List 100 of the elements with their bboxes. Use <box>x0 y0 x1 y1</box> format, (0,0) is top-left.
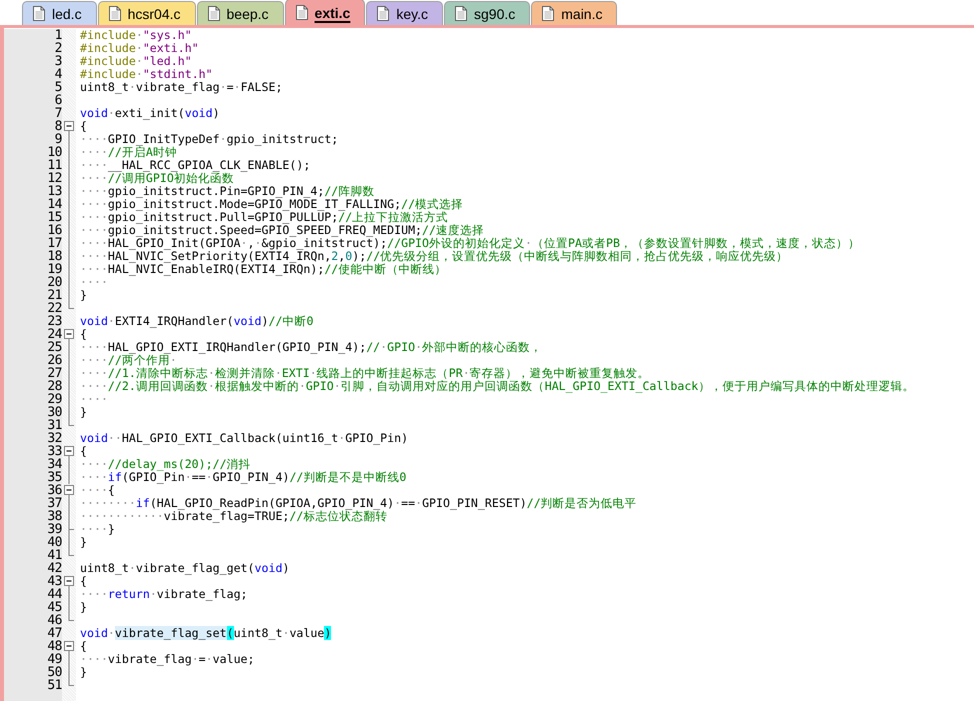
line-number: 9 <box>54 133 62 146</box>
line-number: 41 <box>47 549 62 562</box>
file-tab[interactable]: beep.c <box>196 1 284 25</box>
collapse-icon[interactable] <box>64 575 74 588</box>
code-line: ····//开启A时钟 <box>80 146 177 159</box>
collapse-icon[interactable] <box>64 640 74 653</box>
code-line: uint8_t·vibrate_flag_get(void) <box>80 562 290 575</box>
file-icon <box>296 5 308 20</box>
line-number: 5 <box>54 81 62 94</box>
collapse-icon[interactable] <box>64 445 74 458</box>
code-line: } <box>80 666 88 679</box>
line-number: 45 <box>47 601 62 614</box>
code-line: ···· <box>80 276 108 289</box>
line-number: 43 <box>47 575 62 588</box>
line-number: 30 <box>47 406 62 419</box>
code-line: ····{ <box>80 484 116 497</box>
line-number: 39 <box>47 523 62 536</box>
line-number: 46 <box>47 614 62 627</box>
code-line: #include·"stdint.h" <box>80 68 214 81</box>
code-line: ····} <box>80 523 116 536</box>
line-number: 49 <box>47 653 62 666</box>
code-line: #include·"led.h" <box>80 55 193 68</box>
line-number: 50 <box>47 666 62 679</box>
code-line: ····vibrate_flag·=·value; <box>80 653 256 666</box>
file-tab[interactable]: main.c <box>531 1 618 25</box>
code-line: { <box>80 445 88 458</box>
code-line: ····//调用GPIO初始化函数 <box>80 172 234 185</box>
line-number: 17 <box>47 237 62 250</box>
line-number: 21 <box>47 289 62 302</box>
line-number: 8 <box>54 120 62 133</box>
code-line: ····//1.清除中断标志·检测并清除·EXTI·线路上的中断挂起标志（PR·寄存器），避免中断被重复触发。 <box>80 367 651 380</box>
file-tab[interactable]: hcsr04.c <box>98 1 196 25</box>
line-number: 19 <box>47 263 62 276</box>
line-number: 42 <box>47 562 62 575</box>
line-number: 27 <box>47 367 62 380</box>
code-line: ····return·vibrate_flag; <box>80 588 249 601</box>
code-line: } <box>80 536 88 549</box>
line-number: 12 <box>47 172 62 185</box>
code-line: ···· <box>80 393 109 406</box>
line-number: 14 <box>47 198 62 211</box>
line-number: 15 <box>47 211 62 224</box>
line-number: 24 <box>47 328 62 341</box>
line-number: 44 <box>47 588 62 601</box>
line-number: 20 <box>47 276 62 289</box>
file-tab[interactable]: exti.c <box>284 0 366 25</box>
code-line: ····HAL_NVIC_SetPriority(EXTI4_IRQn,2,0);//优先级分组，设置优先级（中断线与阵脚数相同，抢占优先级，响应优先级） <box>80 250 790 263</box>
line-number: 10 <box>47 146 62 159</box>
line-number: 26 <box>47 354 62 367</box>
line-number: 2 <box>54 42 62 55</box>
code-line: ····//2.调用回调函数·根据触发中断的·GPIO·引脚，自动调用对应的用户回调函数（HAL_GPIO_EXTI_Callback），便于用户编写具体的中断处理逻辑。 <box>80 380 916 393</box>
line-number: 40 <box>47 536 62 549</box>
collapse-icon[interactable] <box>64 328 74 341</box>
code-line: uint8_t·vibrate_flag·=·FALSE; <box>80 81 284 94</box>
code-line: } <box>80 601 88 614</box>
line-number: 38 <box>47 510 62 523</box>
line-number: 31 <box>47 419 62 432</box>
code-line: ····HAL_GPIO_Init(GPIOA·,·&gpio_initstruct);//GPIO外设的初始化定义·（位置PA或者PB，（参数设置针脚数，模式，速度，状态）） <box>80 237 861 250</box>
line-number: 22 <box>47 302 62 315</box>
code-line: ····gpio_initstruct.Pin=GPIO_PIN_4;//阵脚数 <box>80 185 376 198</box>
file-icon <box>33 6 45 21</box>
line-number: 23 <box>47 315 62 328</box>
code-line: void··HAL_GPIO_EXTI_Callback(uint16_t·GPIO_Pin) <box>80 432 410 445</box>
line-number: 35 <box>47 471 62 484</box>
code-line: } <box>80 406 88 419</box>
code-line: { <box>80 120 88 133</box>
code-line: ····gpio_initstruct.Mode=GPIO_MODE_IT_FALLING;//模式选择 <box>80 198 464 211</box>
line-number: 7 <box>54 107 62 120</box>
line-number: 51 <box>47 679 62 692</box>
collapse-icon[interactable] <box>64 120 74 133</box>
line-number: 13 <box>47 185 62 198</box>
file-icon <box>208 6 220 21</box>
file-tab[interactable]: led.c <box>22 1 97 25</box>
code-line: ····gpio_initstruct.Pull=GPIO_PULLUP;//上拉下拉激活方式 <box>80 211 450 224</box>
code-line: ············vibrate_flag=TRUE;//标志位状态翻转 <box>80 510 388 523</box>
line-number: 28 <box>47 380 62 393</box>
file-icon <box>542 6 554 21</box>
line-number: 16 <box>47 224 62 237</box>
line-number: 3 <box>54 55 62 68</box>
file-tab[interactable]: sg90.c <box>444 1 530 25</box>
code-line: void·vibrate_flag_set(uint8_t·value) <box>80 627 332 640</box>
code-line: ····//两个作用· <box>80 354 177 367</box>
code-line: ····gpio_initstruct.Speed=GPIO_SPEED_FREQ_MEDIUM;//速度选择 <box>80 224 485 237</box>
line-number: 18 <box>47 250 62 263</box>
line-number: 11 <box>47 159 62 172</box>
code-line: ········if(HAL_GPIO_ReadPin(GPIOA,GPIO_PIN_4)·==·GPIO_PIN_RESET)//判断是否为低电平 <box>80 497 638 510</box>
file-icon <box>377 6 390 21</box>
code-line: #include·"sys.h" <box>80 29 193 42</box>
code-line: ····GPIO_InitTypeDef·gpio_initstruct; <box>80 133 340 146</box>
collapse-icon[interactable] <box>64 484 74 497</box>
code-line: ····HAL_GPIO_EXTI_IRQHandler(GPIO_PIN_4);//·GPIO·外部中断的核心函数， <box>80 341 544 354</box>
file-icon <box>455 6 467 21</box>
file-tab[interactable]: key.c <box>366 1 443 25</box>
code-line: } <box>80 289 88 302</box>
line-number: 29 <box>47 393 62 406</box>
line-number: 48 <box>47 640 62 653</box>
code-line: ····//delay_ms(20);//消抖 <box>80 458 252 471</box>
line-number: 47 <box>47 627 62 640</box>
line-number: 36 <box>47 484 62 497</box>
line-number: 6 <box>54 94 62 107</box>
code-line: { <box>80 640 88 653</box>
